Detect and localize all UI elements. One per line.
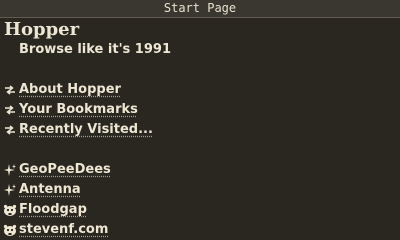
gopher-icon <box>3 204 17 216</box>
sparkle-icon <box>4 184 16 196</box>
gopher-icon <box>3 224 17 236</box>
link-about-hopper[interactable]: About Hopper <box>3 81 121 99</box>
window-title-bar: Start Page <box>0 0 400 18</box>
link-floodgap[interactable]: Floodgap <box>3 201 87 219</box>
link-stevenf[interactable]: stevenf.com <box>3 221 108 239</box>
link-antenna[interactable]: Antenna <box>3 181 81 199</box>
link-recently-visited[interactable]: Recently Visited... <box>3 121 153 139</box>
link-label: About Hopper <box>19 82 121 97</box>
arrow-right-icon <box>5 85 15 95</box>
link-your-bookmarks[interactable]: Your Bookmarks <box>3 101 138 119</box>
link-label: GeoPeeDees <box>19 162 111 177</box>
arrow-right-icon <box>5 125 15 135</box>
link-label: Your Bookmarks <box>19 102 138 117</box>
link-label: Floodgap <box>19 202 87 217</box>
sparkle-icon <box>4 164 16 176</box>
link-label: stevenf.com <box>19 222 109 237</box>
window-title: Start Page <box>163 1 237 15</box>
arrow-right-icon <box>5 105 15 115</box>
page-subtitle: Browse like it's 1991 <box>19 42 171 57</box>
link-geopeedees[interactable]: GeoPeeDees <box>3 161 111 179</box>
link-label: Antenna <box>19 182 81 197</box>
link-label: Recently Visited... <box>19 122 153 137</box>
page-title: Hopper <box>4 19 80 40</box>
